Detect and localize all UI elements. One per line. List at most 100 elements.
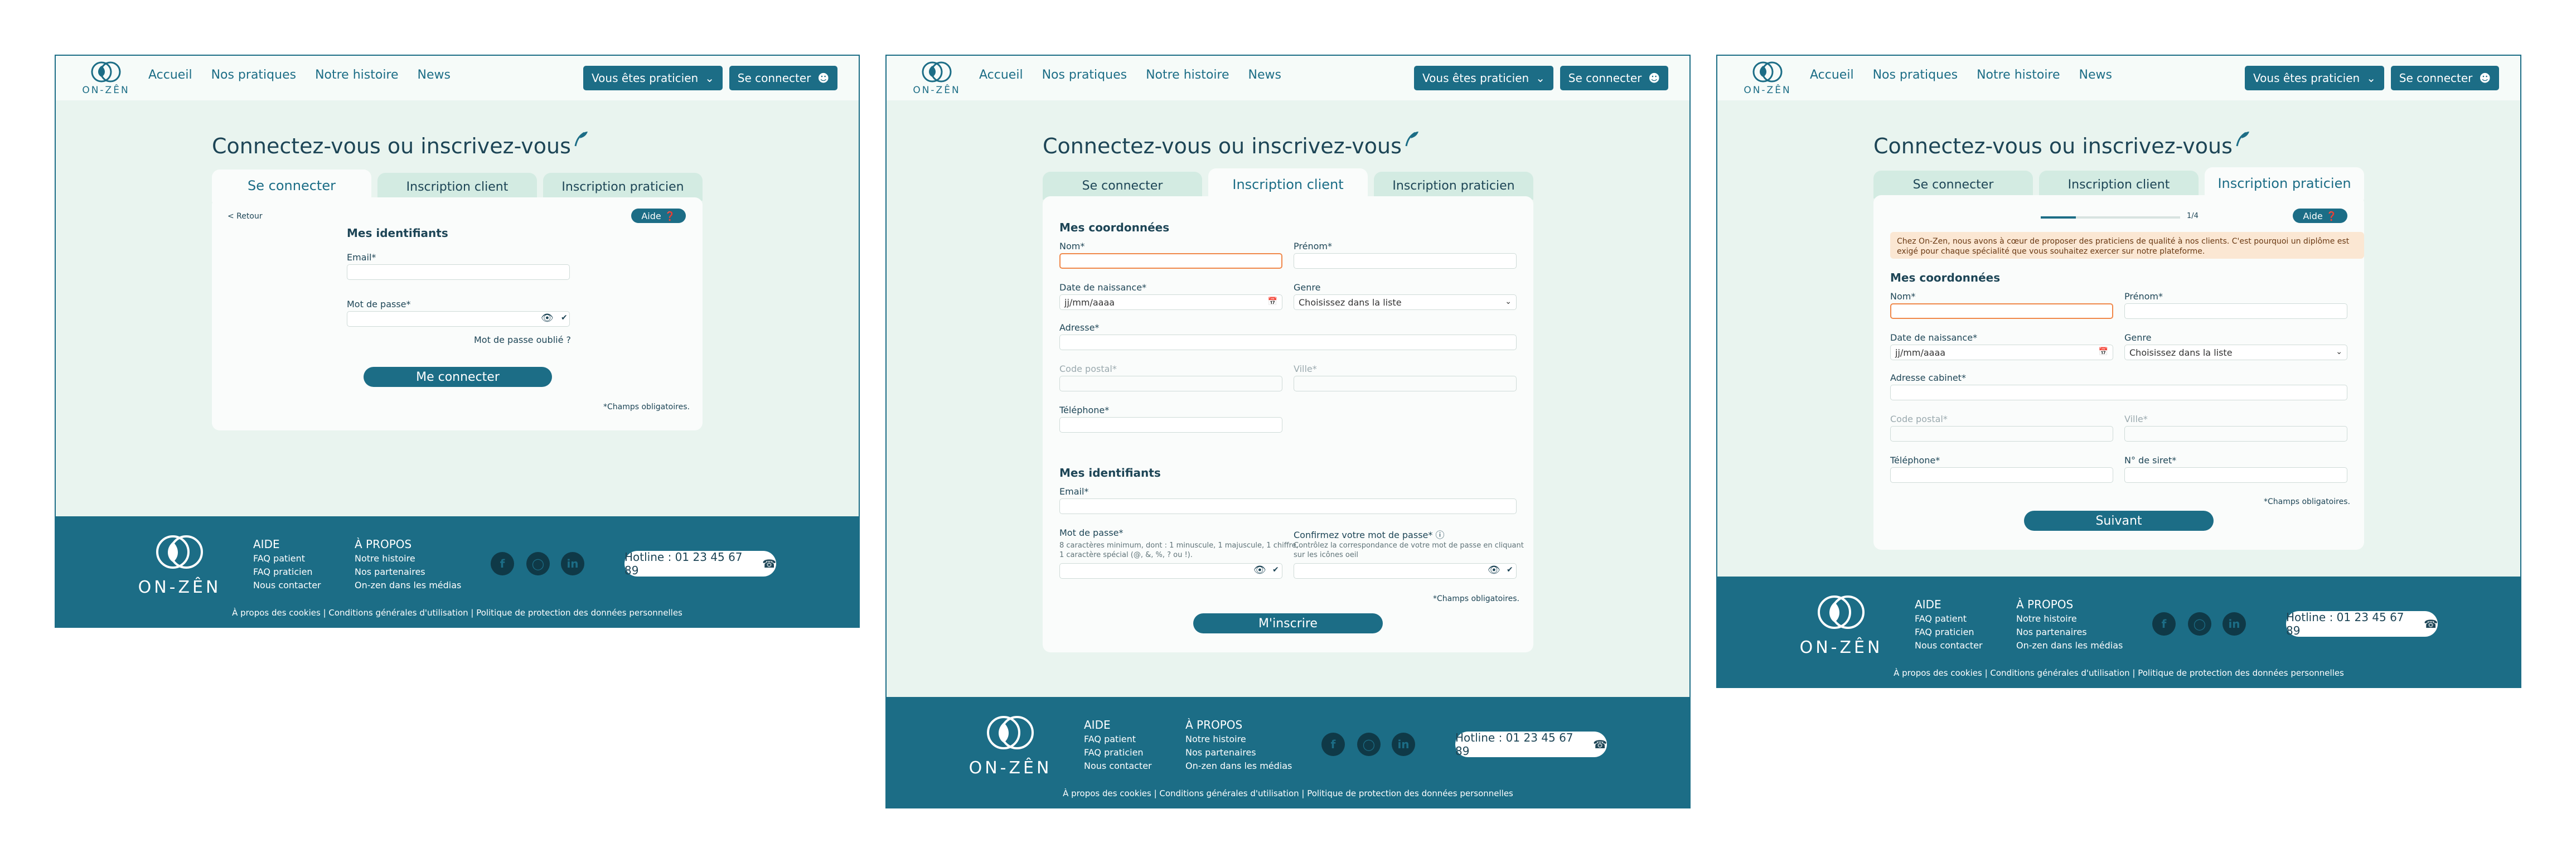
site-header: ON-ZÊN Accueil Nos pratiques Notre histo…	[1717, 56, 2520, 100]
footer-link-partenaires[interactable]: Nos partenaires	[355, 565, 461, 579]
calendar-icon[interactable]: 📅	[2099, 347, 2108, 356]
user-icon: ☻	[1648, 71, 1660, 85]
footer-link-faq-patient[interactable]: FAQ patient	[253, 552, 321, 565]
submit-login-button[interactable]: Me connecter	[364, 367, 552, 387]
footer-link-faq-praticien[interactable]: FAQ praticien	[1084, 746, 1152, 759]
facebook-icon[interactable]: f	[1321, 733, 1345, 756]
nav-pratiques[interactable]: Nos pratiques	[211, 68, 297, 82]
linkedin-icon[interactable]: in	[561, 552, 584, 575]
footer-link-partenaires[interactable]: Nos partenaires	[1185, 746, 1292, 759]
linkedin-icon[interactable]: in	[1392, 733, 1415, 756]
nav-pratiques[interactable]: Nos pratiques	[1042, 68, 1127, 82]
nav-news[interactable]: News	[1248, 68, 1281, 82]
tab-login[interactable]: Se connecter	[1043, 172, 1202, 200]
genre-select[interactable]: Choisissez dans la liste ⌄	[1294, 294, 1517, 310]
footer-link-faq-patient[interactable]: FAQ patient	[1915, 612, 1983, 626]
logo[interactable]: ON-ZÊN	[1740, 60, 1795, 96]
footer-link-contact[interactable]: Nous contacter	[1915, 639, 1983, 652]
tab-practitioner-signup[interactable]: Inscription praticien	[1374, 172, 1533, 200]
password-input[interactable]	[1059, 563, 1282, 579]
calendar-icon[interactable]: 📅	[1268, 297, 1277, 306]
practitioner-dropdown-button[interactable]: Vous êtes praticien ⌄	[1414, 66, 1553, 90]
info-icon[interactable]: ⓘ	[1435, 530, 1444, 540]
legal-links[interactable]: À propos des cookies | Conditions généra…	[887, 788, 1689, 798]
footer-link-faq-patient[interactable]: FAQ patient	[1084, 733, 1152, 746]
signup-submit-button[interactable]: M'inscrire	[1193, 613, 1383, 633]
nav-histoire[interactable]: Notre histoire	[1146, 68, 1229, 82]
tab-practitioner-signup[interactable]: Inscription praticien	[543, 173, 703, 201]
signup-progress-fill	[2041, 216, 2076, 219]
eye-icon[interactable]: 👁	[541, 312, 554, 324]
nav-news[interactable]: News	[2079, 68, 2112, 82]
sprout-icon	[1405, 132, 1418, 147]
eye-icon[interactable]: 👁	[1253, 564, 1266, 576]
nav-histoire[interactable]: Notre histoire	[315, 68, 398, 82]
footer-link-contact[interactable]: Nous contacter	[253, 579, 321, 592]
login-button[interactable]: Se connecter ☻	[729, 66, 837, 90]
nav-accueil[interactable]: Accueil	[148, 68, 192, 82]
footer-link-contact[interactable]: Nous contacter	[1084, 759, 1152, 773]
genre-select[interactable]: Choisissez dans la liste ⌄	[2124, 345, 2347, 360]
login-button[interactable]: Se connecter ☻	[2391, 66, 2499, 90]
hotline-badge[interactable]: Hotline : 01 23 45 67 89 ☎	[624, 550, 776, 577]
help-button[interactable]: Aide ❓	[631, 209, 686, 223]
code-postal-input[interactable]	[1059, 376, 1282, 391]
footer-link-medias[interactable]: On-zen dans les médias	[355, 579, 461, 592]
confirm-password-input[interactable]	[1294, 563, 1517, 579]
footer-link-medias[interactable]: On-zen dans les médias	[2016, 639, 2123, 652]
footer-link-partenaires[interactable]: Nos partenaires	[2016, 626, 2123, 639]
nav-pratiques[interactable]: Nos pratiques	[1873, 68, 1958, 82]
adresse-input[interactable]	[1059, 335, 1517, 350]
facebook-icon[interactable]: f	[2152, 612, 2176, 636]
linkedin-icon[interactable]: in	[2222, 612, 2246, 636]
nav-histoire[interactable]: Notre histoire	[1977, 68, 2060, 82]
prenom-input[interactable]	[1294, 253, 1517, 269]
email-input[interactable]	[1059, 498, 1517, 514]
footer-link-faq-praticien[interactable]: FAQ praticien	[1915, 626, 1983, 639]
dob-input[interactable]: jj/mm/aaaa 📅	[1890, 345, 2113, 360]
email-input[interactable]	[347, 264, 570, 280]
password-input[interactable]	[347, 311, 570, 327]
hotline-badge[interactable]: Hotline : 01 23 45 67 89 ☎	[1455, 731, 1607, 758]
help-button[interactable]: Aide ❓	[2293, 209, 2347, 223]
nav-accueil[interactable]: Accueil	[979, 68, 1023, 82]
instagram-icon[interactable]: ◯	[2188, 612, 2211, 636]
telephone-input[interactable]	[1059, 417, 1282, 433]
footer-link-histoire[interactable]: Notre histoire	[2016, 612, 2123, 626]
logo[interactable]: ON-ZÊN	[909, 60, 965, 96]
instagram-icon[interactable]: ◯	[1357, 733, 1381, 756]
footer-link-medias[interactable]: On-zen dans les médias	[1185, 759, 1292, 773]
facebook-icon[interactable]: f	[491, 552, 514, 575]
ville-input[interactable]	[2124, 426, 2347, 442]
diploma-notice: Chez On-Zen, nous avons à cœur de propos…	[1890, 232, 2364, 259]
tab-client-signup[interactable]: Inscription client	[377, 173, 537, 201]
nom-input[interactable]	[1890, 303, 2113, 319]
legal-links[interactable]: À propos des cookies | Conditions généra…	[1717, 668, 2520, 678]
login-button[interactable]: Se connecter ☻	[1560, 66, 1668, 90]
instagram-icon[interactable]: ◯	[526, 552, 550, 575]
siret-input[interactable]	[2124, 467, 2347, 483]
practitioner-dropdown-button[interactable]: Vous êtes praticien ⌄	[2245, 66, 2384, 90]
tab-login[interactable]: Se connecter	[1873, 171, 2033, 198]
next-step-button[interactable]: Suivant	[2024, 511, 2214, 531]
footer-link-histoire[interactable]: Notre histoire	[1185, 733, 1292, 746]
footer-link-histoire[interactable]: Notre histoire	[355, 552, 461, 565]
ville-input[interactable]	[1294, 376, 1517, 391]
nav-accueil[interactable]: Accueil	[1810, 68, 1854, 82]
forgot-password-link[interactable]: Mot de passe oublié ?	[474, 335, 571, 345]
practitioner-dropdown-button[interactable]: Vous êtes praticien ⌄	[583, 66, 723, 90]
eye-icon[interactable]: 👁	[1488, 564, 1500, 576]
back-link[interactable]: < Retour	[227, 212, 263, 221]
tab-client-signup[interactable]: Inscription client	[2039, 171, 2199, 198]
dob-input[interactable]: jj/mm/aaaa 📅	[1059, 294, 1282, 310]
adresse-cabinet-input[interactable]	[1890, 385, 2347, 400]
legal-links[interactable]: À propos des cookies | Conditions généra…	[56, 608, 859, 618]
hotline-badge[interactable]: Hotline : 01 23 45 67 89 ☎	[2286, 611, 2438, 637]
nav-news[interactable]: News	[418, 68, 451, 82]
code-postal-input[interactable]	[1890, 426, 2113, 442]
prenom-input[interactable]	[2124, 303, 2347, 319]
nom-input[interactable]	[1059, 253, 1282, 269]
logo[interactable]: ON-ZÊN	[78, 60, 134, 96]
footer-link-faq-praticien[interactable]: FAQ praticien	[253, 565, 321, 579]
telephone-input[interactable]	[1890, 467, 2113, 483]
